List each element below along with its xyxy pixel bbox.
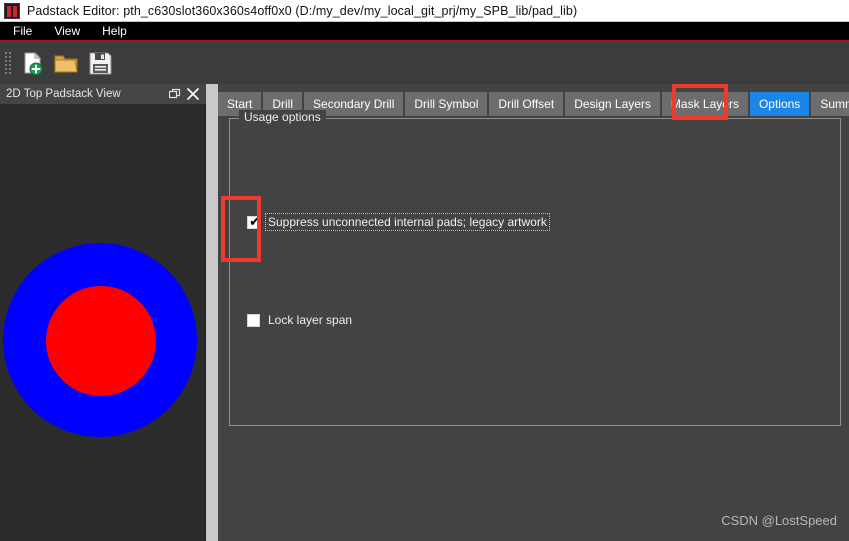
suppress-unconnected-checkbox-row: ✔ Suppress unconnected internal pads; le…	[247, 213, 550, 231]
tab-drill-offset[interactable]: Drill Offset	[489, 92, 564, 116]
close-panel-button[interactable]	[185, 86, 201, 102]
tool-bar	[0, 44, 849, 82]
padstack-view-title: 2D Top Padstack View	[6, 88, 121, 100]
window-title: Padstack Editor: pth_c630slot360x360s4of…	[27, 3, 578, 18]
lock-layer-span-label[interactable]: Lock layer span	[266, 312, 354, 328]
save-disk-icon	[89, 52, 112, 75]
tab-summary[interactable]: Summary	[811, 92, 849, 116]
tab-design-layers[interactable]: Design Layers	[565, 92, 660, 116]
suppress-unconnected-checkbox[interactable]: ✔	[247, 213, 261, 230]
menu-file[interactable]: File	[4, 22, 41, 40]
checkmark-icon: ✔	[249, 213, 261, 230]
menu-bar: File View Help	[0, 22, 849, 42]
watermark-text: CSDN @LostSpeed	[721, 513, 837, 528]
usage-options-groupbox: Usage options ✔ Suppress unconnected int…	[229, 110, 841, 426]
menu-help[interactable]: Help	[93, 22, 136, 40]
new-file-button[interactable]	[15, 46, 49, 80]
menu-view[interactable]: View	[45, 22, 89, 40]
title-bar: Padstack Editor: pth_c630slot360x360s4of…	[0, 0, 849, 22]
options-tab-page: Usage options ✔ Suppress unconnected int…	[218, 110, 849, 541]
suppress-unconnected-label[interactable]: Suppress unconnected internal pads; lega…	[265, 213, 550, 231]
open-folder-icon	[54, 55, 78, 73]
editor-content: Start Drill Secondary Drill Drill Symbol…	[218, 84, 849, 541]
padstack-2d-canvas[interactable]	[0, 104, 205, 541]
panel-splitter[interactable]	[206, 84, 218, 541]
padstack-view-panel: 2D Top Padstack View	[0, 84, 206, 541]
tab-drill-symbol[interactable]: Drill Symbol	[405, 92, 488, 116]
pad-inner-circle	[46, 286, 156, 396]
lock-layer-span-checkbox-row: Lock layer span	[247, 312, 354, 328]
lock-layer-span-checkbox[interactable]	[247, 313, 260, 327]
padstack-editor-window: Padstack Editor: pth_c630slot360x360s4of…	[0, 0, 849, 541]
float-window-button[interactable]	[167, 86, 183, 102]
save-button[interactable]	[83, 46, 117, 80]
tab-mask-layers[interactable]: Mask Layers	[661, 92, 748, 116]
float-window-icon	[169, 88, 181, 99]
new-file-icon	[24, 51, 43, 76]
open-folder-button[interactable]	[49, 46, 83, 80]
padstack-icon	[4, 2, 20, 19]
toolbar-grip[interactable]	[3, 50, 11, 76]
tab-options[interactable]: Options	[749, 92, 810, 116]
usage-options-title: Usage options	[239, 110, 326, 124]
close-icon	[187, 88, 199, 100]
padstack-view-titlebar: 2D Top Padstack View	[0, 84, 206, 104]
